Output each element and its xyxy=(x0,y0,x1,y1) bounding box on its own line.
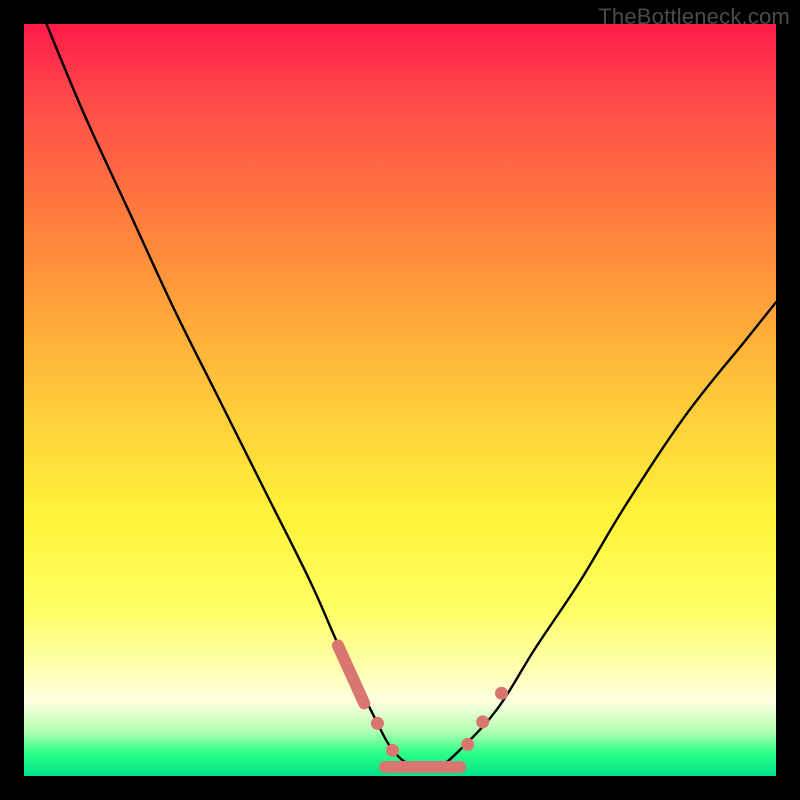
curve-marker xyxy=(338,646,364,704)
bottleneck-curve xyxy=(47,24,776,769)
curve-marker xyxy=(495,687,508,700)
curve-marker xyxy=(371,717,384,730)
curve-marker xyxy=(386,744,399,757)
plot-area xyxy=(24,24,776,776)
watermark-text: TheBottleneck.com xyxy=(598,4,790,30)
curve-marker xyxy=(461,738,474,751)
curve-marker xyxy=(476,715,489,728)
bottleneck-curve-svg xyxy=(24,24,776,776)
chart-frame: TheBottleneck.com xyxy=(0,0,800,800)
curve-markers xyxy=(338,646,508,767)
